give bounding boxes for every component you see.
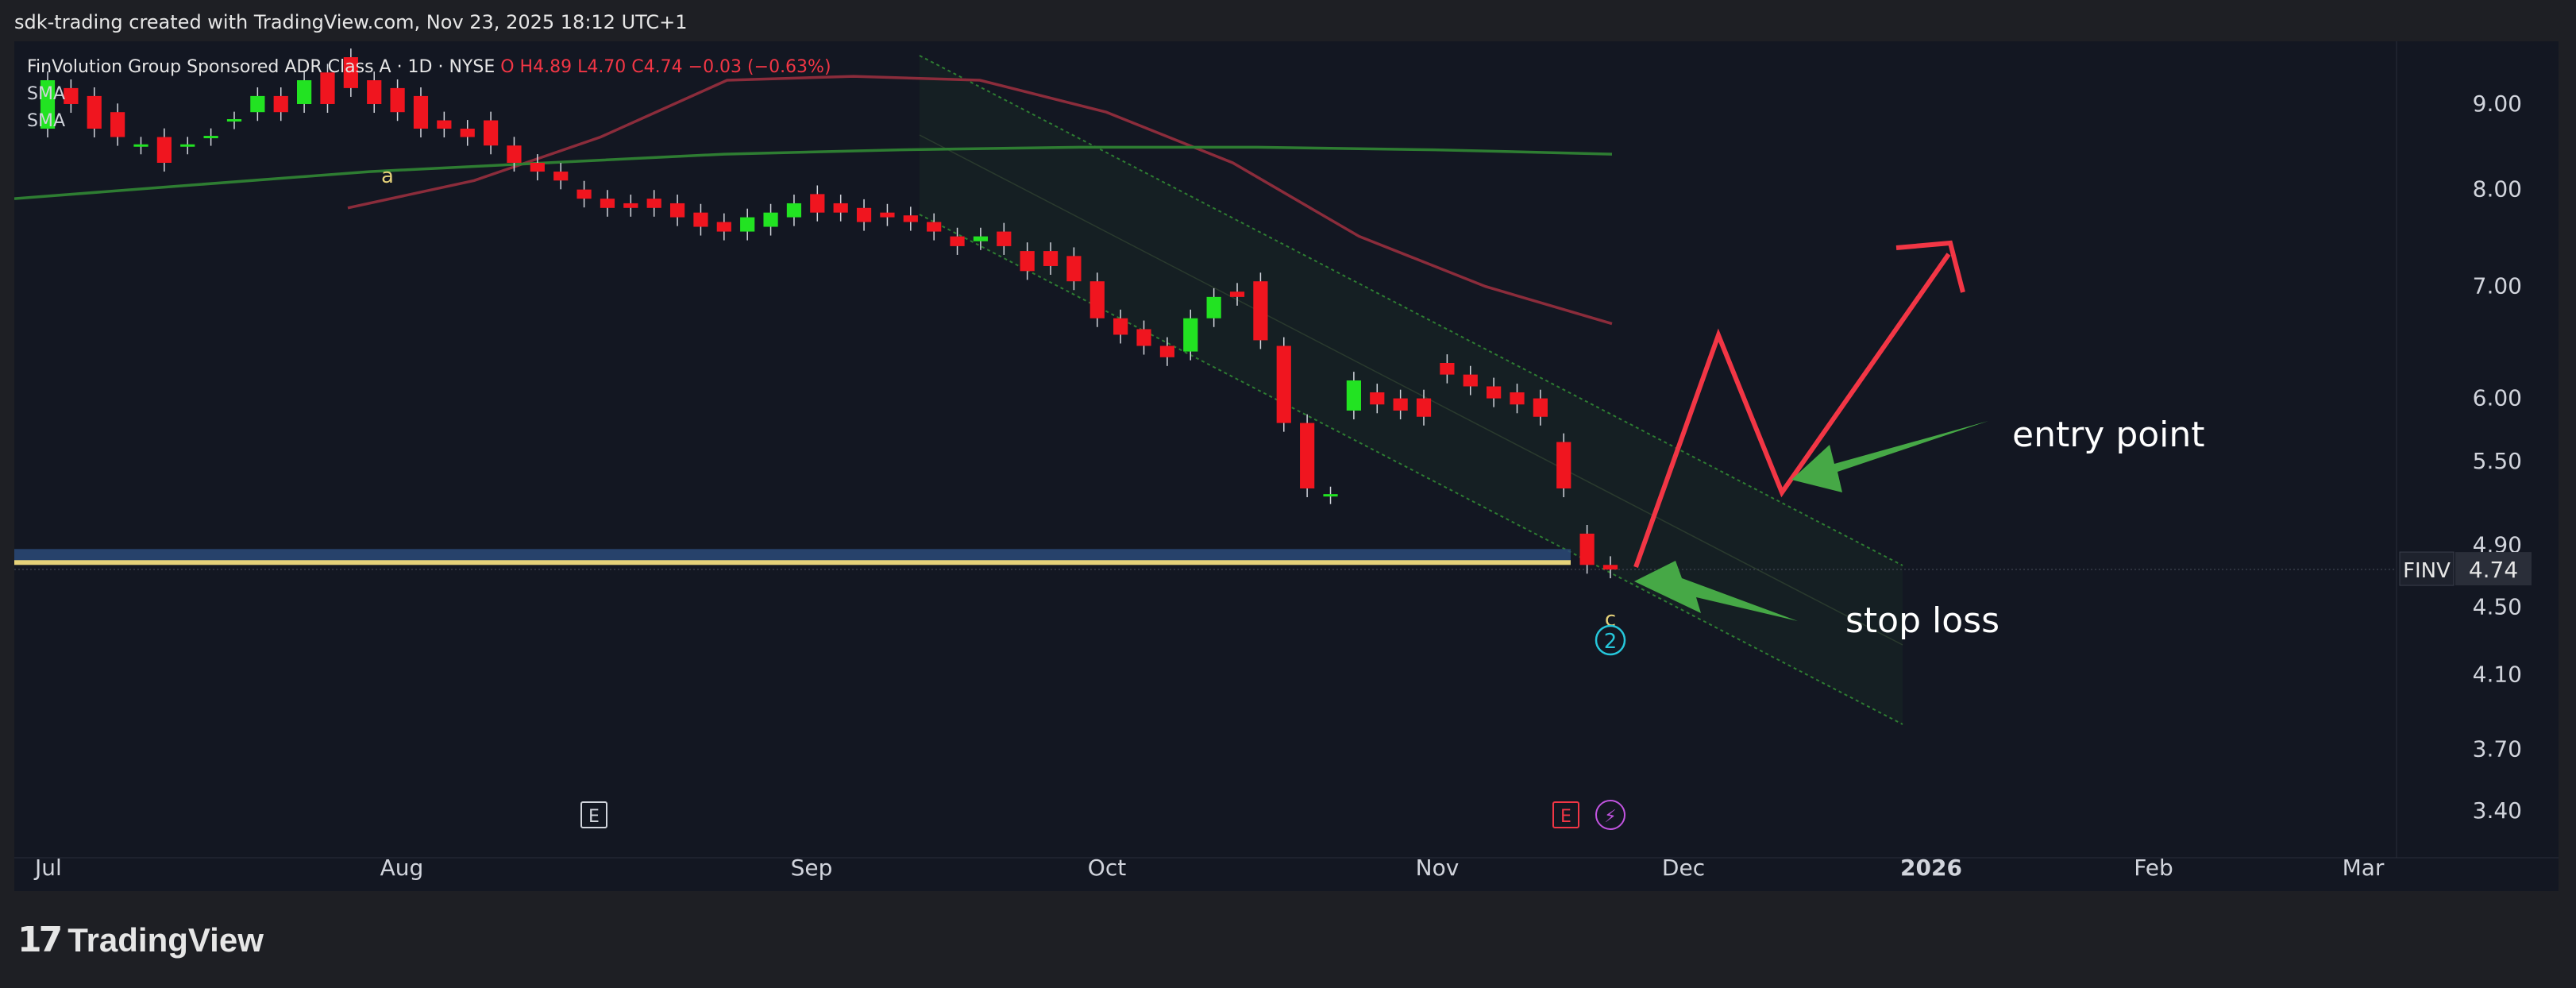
candle-body <box>1066 256 1082 282</box>
candle-body <box>1089 281 1105 318</box>
candle-body <box>1370 392 1385 405</box>
candle-body <box>1113 318 1128 335</box>
price-tick-label: 5.50 <box>2473 448 2522 474</box>
event-marker-label: E <box>588 807 600 827</box>
price-tick-label: 8.00 <box>2473 176 2522 203</box>
candle-body <box>1579 533 1595 565</box>
entry-arrow <box>1791 421 1988 492</box>
sma-label-2[interactable]: SMA <box>27 108 831 135</box>
candle-body <box>1253 281 1268 341</box>
candle-body <box>530 162 545 172</box>
candle-body <box>507 145 522 163</box>
chart-area[interactable]: 9.00 8.00 7.00 6.00 5.50 4.90 4.50 4.10 3.70 3.40… <box>14 41 2559 891</box>
candle-body <box>1159 345 1175 357</box>
candle-body <box>716 222 731 232</box>
candle-body <box>1276 345 1291 423</box>
candle-body <box>973 236 989 241</box>
price-tick-label: 4.10 <box>2473 662 2522 688</box>
last-price-label: 4.74 <box>2469 557 2518 583</box>
candle-body <box>1020 251 1035 272</box>
tradingview-logo[interactable]: 17 TradingView <box>17 920 264 960</box>
candle-body <box>693 212 708 227</box>
wave-label-c: c <box>1605 608 1616 631</box>
channel-upper-line <box>919 55 1903 566</box>
candle-body <box>156 137 172 163</box>
candle-body <box>1487 386 1502 399</box>
candle-body <box>1440 363 1455 375</box>
time-tick-label: Jul <box>33 855 62 881</box>
channel-lower-line <box>919 214 1903 725</box>
candle-body <box>180 144 195 147</box>
time-tick-label: Dec <box>1662 855 1705 881</box>
candle-body <box>786 203 802 218</box>
time-tick-label: 2026 <box>1900 855 1962 881</box>
candle-body <box>1602 565 1618 570</box>
candle-body <box>623 203 638 208</box>
candle-body <box>1043 251 1059 266</box>
tradingview-logo-icon: 17 <box>17 920 63 960</box>
price-tick-label: 6.00 <box>2473 385 2522 411</box>
candle-body <box>1136 329 1151 346</box>
candle-body <box>833 203 848 213</box>
candle-body <box>1229 291 1245 297</box>
ohlc-values: O H4.89 L4.70 C4.74 −0.03 (−0.63%) <box>500 57 831 77</box>
wave-label-a: a <box>381 164 394 188</box>
candle-body <box>1416 398 1432 417</box>
candle-body <box>1346 380 1362 411</box>
price-tick-label: 7.00 <box>2473 273 2522 299</box>
candle-body <box>1533 398 1548 417</box>
sma-line-2 <box>14 145 1613 200</box>
entry-point-label: entry point <box>2012 415 2205 455</box>
candle-body <box>810 194 825 213</box>
candle-body <box>1463 374 1478 387</box>
candle-body <box>203 136 218 139</box>
time-tick-label: Oct <box>1088 855 1126 881</box>
time-tick-label: Sep <box>791 855 833 881</box>
time-tick-label: Feb <box>2134 855 2173 881</box>
brand-name: TradingView <box>67 920 264 959</box>
candle-body <box>133 144 148 147</box>
time-tick-label: Nov <box>1416 855 1460 881</box>
candle-body <box>1323 494 1338 497</box>
sma-label-1[interactable]: SMA <box>27 81 831 108</box>
candle-body <box>553 172 569 181</box>
event-marker-label: ⚡ <box>1604 807 1616 827</box>
support-band-yellow <box>14 560 1571 565</box>
time-tick-label: Aug <box>380 855 424 881</box>
price-tick-label: 3.70 <box>2473 735 2522 762</box>
attribution-text: sdk-trading created with TradingView.com… <box>14 11 688 33</box>
candle-body <box>669 203 685 218</box>
candle-body <box>740 217 755 232</box>
candle-body <box>1206 296 1221 318</box>
candle-body <box>1183 318 1198 352</box>
support-band-blue <box>14 549 1571 562</box>
price-chart[interactable]: 9.008.007.006.005.504.904.504.103.703.40… <box>14 41 2559 891</box>
candle-body <box>856 207 872 222</box>
price-tick-label: 3.40 <box>2473 797 2522 824</box>
candle-body <box>646 199 661 208</box>
price-tick-label: 9.00 <box>2473 91 2522 117</box>
channel-mid-line <box>919 134 1903 646</box>
candle-body <box>1556 442 1571 488</box>
candle-body <box>950 236 965 246</box>
candle-body <box>880 212 895 218</box>
candle-body <box>600 199 615 208</box>
symbol-title[interactable]: FinVolution Group Sponsored ADR Class A … <box>27 57 495 77</box>
candle-body <box>1510 392 1525 405</box>
stop-loss-label: stop loss <box>1845 600 1999 641</box>
chart-legend: FinVolution Group Sponsored ADR Class A … <box>27 54 831 135</box>
candle-body <box>577 189 592 199</box>
candle-body <box>997 231 1012 246</box>
time-tick-label: Mar <box>2343 855 2385 881</box>
candle-body <box>763 212 778 227</box>
symbol-tag-label: FINV <box>2403 559 2451 583</box>
candle-body <box>927 222 942 232</box>
candle-body <box>1300 423 1315 488</box>
price-tick-label: 4.50 <box>2473 594 2522 620</box>
candle-body <box>1393 398 1408 411</box>
candle-body <box>903 215 918 222</box>
event-marker-label: E <box>1560 807 1571 827</box>
wave-label-2: 2 <box>1604 630 1618 654</box>
